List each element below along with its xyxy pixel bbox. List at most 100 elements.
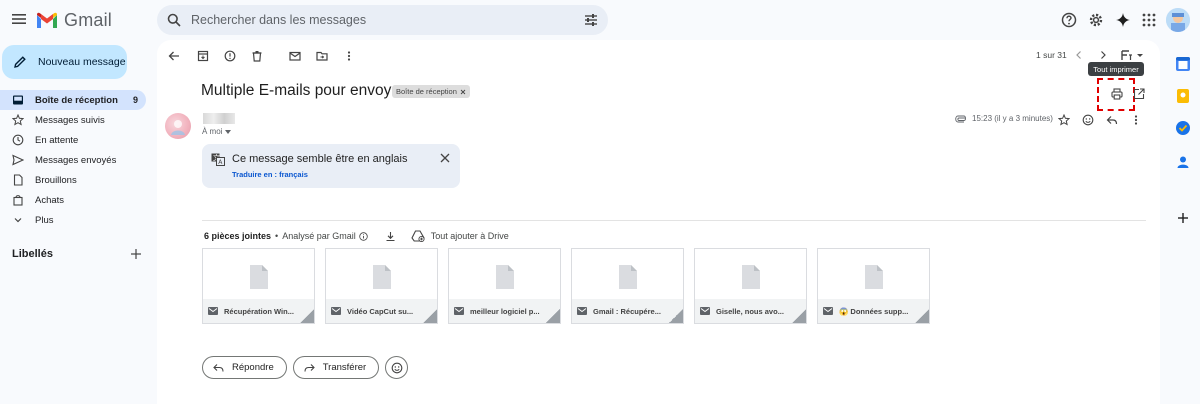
contacts-icon[interactable] — [1172, 151, 1194, 173]
forward-button[interactable]: Transférer — [292, 356, 380, 379]
settings-gear-icon[interactable] — [1086, 10, 1106, 30]
open-new-window-icon[interactable] — [1130, 85, 1148, 103]
search-input[interactable] — [191, 13, 584, 27]
sidebar-nav: Boîte de réception 9 Messages suivis En … — [0, 90, 146, 230]
emoji-reaction-button[interactable] — [385, 356, 409, 379]
sidebar-item-label: Brouillons — [35, 174, 77, 186]
sidebar-item-inbox[interactable]: Boîte de réception 9 — [0, 90, 146, 110]
translate-link[interactable]: Traduire en : français — [232, 170, 308, 179]
attachment-card[interactable]: Vidéo CapCut su... — [325, 248, 438, 324]
attachment-name: meilleur logiciel p... — [470, 306, 540, 316]
more-vertical-icon[interactable] — [340, 47, 358, 65]
attachment-card[interactable]: 😱 Données supp... — [817, 248, 930, 324]
forward-label: Transférer — [322, 362, 367, 373]
sidebar-item-label: Messages envoyés — [35, 154, 117, 166]
remove-label-icon[interactable] — [460, 89, 466, 95]
email-attachment-icon — [577, 307, 587, 315]
back-arrow-icon[interactable] — [165, 47, 183, 65]
pager-text: 1 sur 31 — [1036, 50, 1067, 60]
attachment-card[interactable]: Giselle, nous avo... — [694, 248, 807, 324]
smiley-icon — [391, 362, 403, 374]
sidebar-item-drafts[interactable]: Brouillons — [0, 170, 146, 190]
attachments-divider — [202, 220, 1146, 221]
sidebar-item-purchases[interactable]: Achats — [0, 190, 146, 210]
pencil-icon — [13, 55, 27, 69]
shopping-bag-icon — [12, 194, 24, 206]
sender-avatar[interactable] — [165, 113, 191, 139]
sidebar-item-starred[interactable]: Messages suivis — [0, 110, 146, 130]
side-panel — [1168, 0, 1200, 404]
sidebar-item-snoozed[interactable]: En attente — [0, 130, 146, 150]
reply-actions: Répondre Transférer — [202, 356, 409, 379]
archive-icon[interactable] — [194, 47, 212, 65]
add-addon-icon[interactable] — [1172, 207, 1194, 229]
tasks-icon[interactable] — [1172, 117, 1194, 139]
gemini-sparkle-icon[interactable] — [1113, 10, 1133, 30]
email-attachment-icon — [823, 307, 833, 315]
delete-trash-icon[interactable] — [248, 47, 266, 65]
app-name: Gmail — [64, 9, 113, 30]
close-icon[interactable] — [440, 153, 450, 163]
gmail-m-icon — [37, 12, 57, 28]
gmail-logo[interactable]: Gmail — [36, 9, 112, 31]
message-toolbar — [165, 47, 358, 65]
apps-grid-icon[interactable] — [1139, 10, 1159, 30]
attachment-name: Giselle, nous avo... — [716, 306, 784, 316]
reply-arrow-icon[interactable] — [1103, 111, 1121, 129]
add-all-label: Tout ajouter à Drive — [430, 231, 509, 241]
send-icon — [12, 154, 24, 166]
attachment-card[interactable]: Gmail : Récupére... — [571, 248, 684, 324]
attachment-card[interactable]: meilleur logiciel p... — [448, 248, 561, 324]
help-icon[interactable] — [1059, 10, 1079, 30]
reply-icon — [213, 363, 224, 373]
draft-file-icon — [12, 174, 24, 186]
recipient-text: À moi — [202, 127, 223, 136]
main-menu-icon[interactable] — [10, 10, 28, 28]
report-spam-icon[interactable] — [221, 47, 239, 65]
inbox-label-badge[interactable]: Boîte de réception — [392, 85, 470, 98]
scanned-label: Analysé par Gmail — [282, 231, 356, 241]
compose-button[interactable]: Nouveau message — [2, 45, 127, 79]
labels-heading: Libellés — [12, 248, 53, 260]
emoji-reaction-icon[interactable] — [1079, 111, 1097, 129]
star-message-icon[interactable] — [1055, 111, 1073, 129]
email-attachment-icon — [700, 307, 710, 315]
page-fold — [792, 309, 806, 323]
drive-add-icon — [411, 230, 425, 242]
calendar-icon[interactable] — [1172, 53, 1194, 75]
info-icon[interactable] — [359, 231, 368, 241]
translate-icon: 文A — [211, 153, 225, 166]
document-icon — [865, 265, 883, 289]
attachment-card[interactable]: Récupération Win... — [202, 248, 315, 324]
keep-icon[interactable] — [1172, 85, 1194, 107]
reply-button[interactable]: Répondre — [202, 356, 287, 379]
search-filter-icon[interactable] — [584, 13, 598, 27]
page-fold — [546, 309, 560, 323]
page-fold — [423, 309, 437, 323]
move-to-folder-icon[interactable] — [313, 47, 331, 65]
sidebar-item-sent[interactable]: Messages envoyés — [0, 150, 146, 170]
attachment-name: Gmail : Récupére... — [593, 306, 661, 316]
sidebar-item-more[interactable]: Plus — [0, 210, 146, 230]
search-icon[interactable] — [167, 13, 181, 27]
attachment-name: Récupération Win... — [224, 306, 294, 316]
inbox-icon — [12, 94, 24, 106]
caret-down-icon — [225, 129, 232, 134]
message-time: 15:23 (il y a 3 minutes) — [955, 114, 1053, 123]
mark-unread-icon[interactable] — [286, 47, 304, 65]
sidebar-item-label: Achats — [35, 194, 65, 206]
attachment-clip-icon — [955, 115, 967, 123]
sidebar-item-label: En attente — [35, 134, 79, 146]
message-more-icon[interactable] — [1127, 111, 1145, 129]
attachment-name: 😱 Données supp... — [839, 306, 909, 316]
page-fold — [300, 309, 314, 323]
chevron-left-icon[interactable] — [1070, 46, 1088, 64]
download-all-icon[interactable] — [385, 231, 396, 242]
chevron-down-icon — [12, 214, 24, 226]
add-all-to-drive-button[interactable]: Tout ajouter à Drive — [411, 230, 509, 242]
labels-section: Libellés — [12, 248, 142, 260]
search-bar[interactable] — [157, 5, 608, 35]
translate-title: Ce message semble être en anglais — [232, 153, 408, 165]
recipient-toggle[interactable]: À moi — [202, 127, 232, 136]
add-label-icon[interactable] — [130, 248, 142, 260]
